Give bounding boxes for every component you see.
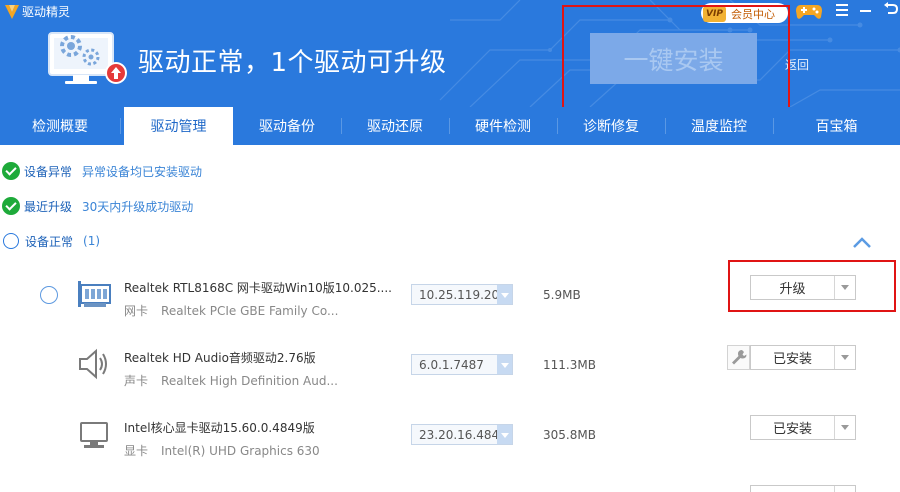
app-logo-icon	[5, 5, 19, 19]
driver-type: 声卡 Realtek High Definition Aud...	[124, 372, 338, 389]
action-button[interactable]	[750, 485, 856, 492]
tab-driver-management[interactable]: 驱动管理	[124, 107, 233, 145]
driver-size: 111.3MB	[543, 358, 596, 372]
menu-icon[interactable]	[836, 4, 848, 16]
device-name: Realtek High Definition Aud...	[161, 374, 338, 388]
version-select[interactable]: 23.20.16.484	[411, 424, 513, 445]
upgrade-highlight-box	[728, 260, 896, 312]
version-select[interactable]: 6.0.1.7487	[411, 354, 513, 375]
driver-size: 305.8MB	[543, 428, 596, 442]
chevron-down-icon[interactable]	[497, 285, 512, 304]
version-value: 10.25.119.20	[419, 288, 500, 302]
tab-detection-summary[interactable]: 检测概要	[0, 107, 120, 145]
driver-status-icon	[48, 32, 127, 84]
status-row-abnormal: 设备异常 异常设备均已安装驱动	[2, 161, 202, 181]
radio-icon[interactable]	[3, 233, 19, 249]
action-button-label[interactable]	[751, 486, 835, 492]
install-highlight-box	[562, 5, 790, 111]
driver-row: Intel核心显卡驱动15.60.0.4849版 显卡 Intel(R) UHD …	[0, 400, 900, 470]
back-arrow-icon[interactable]	[883, 1, 899, 17]
installed-button-label[interactable]: 已安装	[751, 346, 835, 369]
device-name: Realtek PCIe GBE Family Co...	[161, 304, 339, 318]
driver-status-text: 驱动正常，1个驱动可升级	[138, 48, 447, 78]
status-count: (1)	[83, 234, 101, 248]
network-card-icon	[78, 281, 111, 307]
tab-diagnose-repair[interactable]: 诊断修复	[557, 107, 665, 145]
app-title: 驱动精灵	[22, 5, 71, 19]
tab-driver-restore[interactable]: 驱动还原	[341, 107, 449, 145]
chevron-down-icon[interactable]	[835, 346, 855, 369]
installed-button[interactable]: 已安装	[750, 415, 856, 440]
version-select[interactable]: 10.25.119.20	[411, 284, 513, 305]
driver-row: Realtek HD Audio音频驱动2.76版 声卡 Realtek High…	[0, 330, 900, 400]
chevron-down-icon[interactable]	[497, 355, 512, 374]
status-value[interactable]: 异常设备均已安装驱动	[82, 163, 202, 180]
version-value: 6.0.1.7487	[419, 358, 484, 372]
status-label: 设备异常	[24, 164, 73, 179]
monitor-icon	[80, 422, 108, 448]
driver-name: Realtek HD Audio音频驱动2.76版	[124, 351, 316, 365]
driver-type: 网卡 Realtek PCIe GBE Family Co...	[124, 302, 338, 319]
status-label: 设备正常	[25, 234, 74, 249]
status-row-normal[interactable]: 设备正常 (1)	[2, 231, 100, 251]
tab-driver-backup[interactable]: 驱动备份	[233, 107, 341, 145]
driver-category: 显卡	[124, 444, 149, 458]
driver-category: 声卡	[124, 374, 149, 388]
driver-size: 5.9MB	[543, 288, 581, 302]
status-label: 最近升级	[24, 199, 73, 214]
check-circle-icon	[2, 162, 20, 180]
tab-toolbox[interactable]: 百宝箱	[773, 107, 900, 145]
driver-row-partial	[0, 470, 900, 492]
chevron-up-icon[interactable]	[852, 236, 872, 250]
check-circle-icon	[2, 197, 20, 215]
minimize-icon[interactable]	[860, 10, 871, 12]
select-radio[interactable]	[40, 286, 58, 304]
chevron-down-icon[interactable]	[835, 416, 855, 439]
driver-type: 显卡 Intel(R) UHD Graphics 630	[124, 442, 320, 459]
tab-temperature-monitor[interactable]: 温度监控	[665, 107, 773, 145]
main-tabs: 检测概要 驱动管理 驱动备份 驱动还原 硬件检测 诊断修复 温度监控 百宝箱	[0, 107, 900, 145]
status-row-recent-upgrade: 最近升级 30天内升级成功驱动	[2, 196, 193, 216]
wrench-icon	[732, 350, 747, 365]
status-value[interactable]: 30天内升级成功驱动	[82, 198, 193, 215]
installed-button-label[interactable]: 已安装	[751, 416, 835, 439]
gamepad-icon[interactable]	[795, 1, 823, 21]
installed-button[interactable]: 已安装	[750, 345, 856, 370]
version-value: 23.20.16.484	[419, 428, 500, 442]
tab-divider	[120, 118, 121, 134]
chevron-down-icon[interactable]	[497, 425, 512, 444]
chevron-down-icon[interactable]	[835, 486, 855, 492]
speaker-icon	[79, 348, 107, 380]
repair-button[interactable]	[727, 345, 750, 370]
tab-hardware-detection[interactable]: 硬件检测	[449, 107, 557, 145]
driver-name: Intel核心显卡驱动15.60.0.4849版	[124, 421, 315, 435]
driver-name: Realtek RTL8168C 网卡驱动Win10版10.025....	[124, 281, 392, 295]
device-name: Intel(R) UHD Graphics 630	[161, 444, 320, 458]
driver-category: 网卡	[124, 304, 149, 318]
